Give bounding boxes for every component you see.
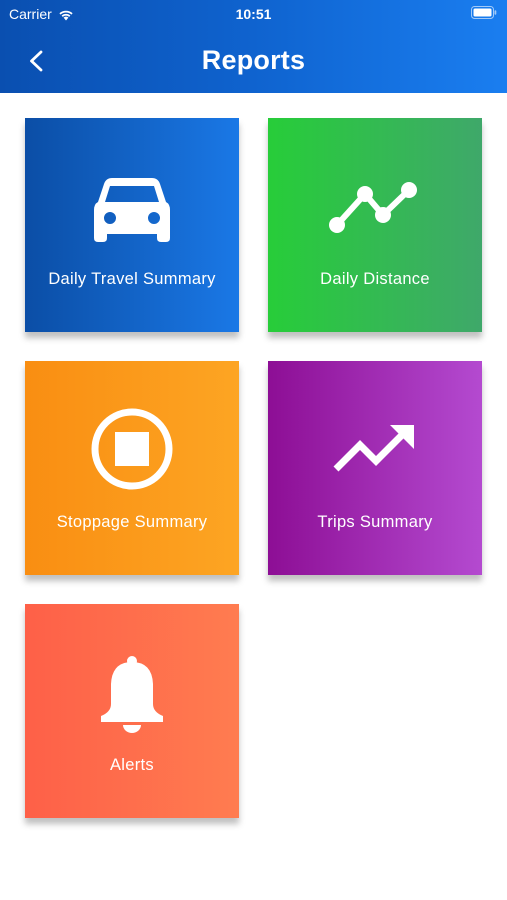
- tile-label: Alerts: [110, 756, 154, 774]
- page-title: Reports: [201, 45, 306, 75]
- trending-up-icon: [268, 423, 482, 475]
- car-icon: [25, 176, 239, 244]
- line-graph-icon: [268, 180, 482, 240]
- stoppage-summary-tile[interactable]: Stoppage Summary: [25, 361, 239, 575]
- tile-label: Daily Distance: [320, 270, 430, 288]
- status-time: 10:51: [235, 6, 272, 22]
- app-header: Carrier 10:51 Reports: [0, 0, 507, 93]
- status-bar: Carrier 10:51: [0, 0, 507, 28]
- stop-circle-icon: [25, 407, 239, 491]
- battery-icon: [471, 6, 497, 19]
- tile-label: Stoppage Summary: [56, 513, 208, 531]
- bell-icon: [25, 654, 239, 734]
- trips-summary-tile[interactable]: Trips Summary: [268, 361, 482, 575]
- tile-label: Trips Summary: [317, 513, 433, 531]
- daily-travel-summary-tile[interactable]: Daily Travel Summary: [25, 118, 239, 332]
- daily-distance-tile[interactable]: Daily Distance: [268, 118, 482, 332]
- navigation-bar: Reports: [0, 40, 507, 84]
- tile-label: Daily Travel Summary: [48, 270, 216, 288]
- alerts-tile[interactable]: Alerts: [25, 604, 239, 818]
